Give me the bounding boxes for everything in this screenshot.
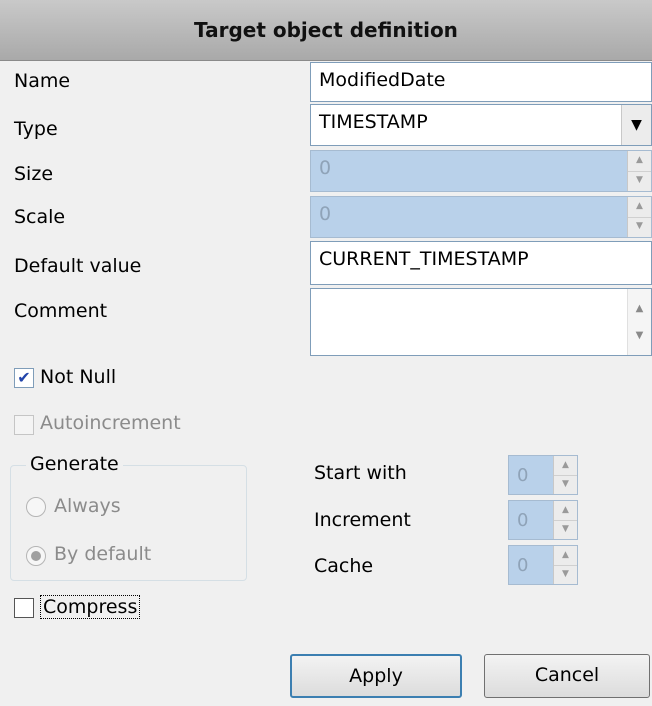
increment-spinner[interactable]: 0 ▲ ▼ bbox=[508, 500, 578, 540]
compress-checkbox[interactable] bbox=[14, 598, 34, 618]
scale-spinner[interactable]: 0 ▲ ▼ bbox=[310, 196, 652, 238]
autoincrement-label: Autoincrement bbox=[40, 412, 181, 434]
by-default-radio[interactable] bbox=[26, 546, 46, 566]
type-label: Type bbox=[14, 118, 58, 140]
comment-label: Comment bbox=[14, 300, 108, 322]
size-spin-buttons[interactable]: ▲ ▼ bbox=[627, 151, 651, 191]
radio-selected-dot bbox=[31, 551, 41, 561]
panel-title: Target object definition bbox=[194, 18, 458, 42]
generate-group-title: Generate bbox=[26, 453, 123, 475]
size-spinner[interactable]: 0 ▲ ▼ bbox=[310, 150, 652, 192]
default-value-label: Default value bbox=[14, 255, 142, 277]
size-label: Size bbox=[14, 163, 54, 185]
not-null-label: Not Null bbox=[40, 366, 117, 388]
start-with-label: Start with bbox=[314, 462, 407, 484]
spin-down-icon[interactable]: ▼ bbox=[554, 520, 577, 539]
spin-down-icon[interactable]: ▼ bbox=[628, 171, 651, 191]
start-with-value: 0 bbox=[517, 465, 529, 486]
cache-label: Cache bbox=[314, 555, 374, 577]
scroll-down-icon[interactable]: ▼ bbox=[628, 330, 651, 341]
spin-up-icon[interactable]: ▲ bbox=[628, 197, 651, 218]
not-null-checkbox[interactable]: ✔ bbox=[14, 368, 34, 388]
default-value-input[interactable]: CURRENT_TIMESTAMP bbox=[310, 241, 652, 285]
default-value-text: CURRENT_TIMESTAMP bbox=[319, 248, 529, 270]
spin-down-icon[interactable]: ▼ bbox=[554, 565, 577, 584]
cache-value: 0 bbox=[517, 555, 529, 576]
comment-textarea[interactable]: ▲ ▼ bbox=[310, 288, 652, 356]
scale-spin-buttons[interactable]: ▲ ▼ bbox=[627, 197, 651, 237]
name-input-value: ModifiedDate bbox=[319, 69, 446, 91]
name-label: Name bbox=[14, 70, 71, 92]
size-value: 0 bbox=[319, 157, 332, 179]
start-with-spin-buttons[interactable]: ▲ ▼ bbox=[553, 456, 577, 494]
dropdown-arrow-icon[interactable]: ▼ bbox=[621, 105, 651, 145]
spin-up-icon[interactable]: ▲ bbox=[628, 151, 651, 172]
spin-up-icon[interactable]: ▲ bbox=[554, 501, 577, 521]
checkmark-icon: ✔ bbox=[17, 368, 31, 387]
type-select[interactable]: TIMESTAMP ▼ bbox=[310, 104, 652, 146]
by-default-label: By default bbox=[54, 543, 152, 565]
spin-up-icon[interactable]: ▲ bbox=[554, 546, 577, 566]
increment-spin-buttons[interactable]: ▲ ▼ bbox=[553, 501, 577, 539]
start-with-spinner[interactable]: 0 ▲ ▼ bbox=[508, 455, 578, 495]
name-input[interactable]: ModifiedDate bbox=[310, 62, 652, 102]
cancel-button[interactable]: Cancel bbox=[484, 654, 650, 698]
increment-label: Increment bbox=[314, 509, 411, 531]
scroll-up-icon[interactable]: ▲ bbox=[628, 303, 651, 314]
cache-spinner[interactable]: 0 ▲ ▼ bbox=[508, 545, 578, 585]
apply-button[interactable]: Apply bbox=[290, 654, 462, 698]
spin-down-icon[interactable]: ▼ bbox=[628, 217, 651, 237]
always-label: Always bbox=[54, 495, 121, 517]
scale-value: 0 bbox=[319, 203, 332, 225]
compress-label: Compress bbox=[40, 595, 141, 619]
cache-spin-buttons[interactable]: ▲ ▼ bbox=[553, 546, 577, 584]
autoincrement-checkbox[interactable] bbox=[14, 415, 34, 435]
scale-label: Scale bbox=[14, 206, 66, 228]
spin-up-icon[interactable]: ▲ bbox=[554, 456, 577, 476]
type-select-value: TIMESTAMP bbox=[319, 111, 428, 133]
spin-down-icon[interactable]: ▼ bbox=[554, 475, 577, 494]
increment-value: 0 bbox=[517, 510, 529, 531]
comment-scrollbar[interactable]: ▲ ▼ bbox=[627, 289, 651, 355]
always-radio[interactable] bbox=[26, 497, 46, 517]
